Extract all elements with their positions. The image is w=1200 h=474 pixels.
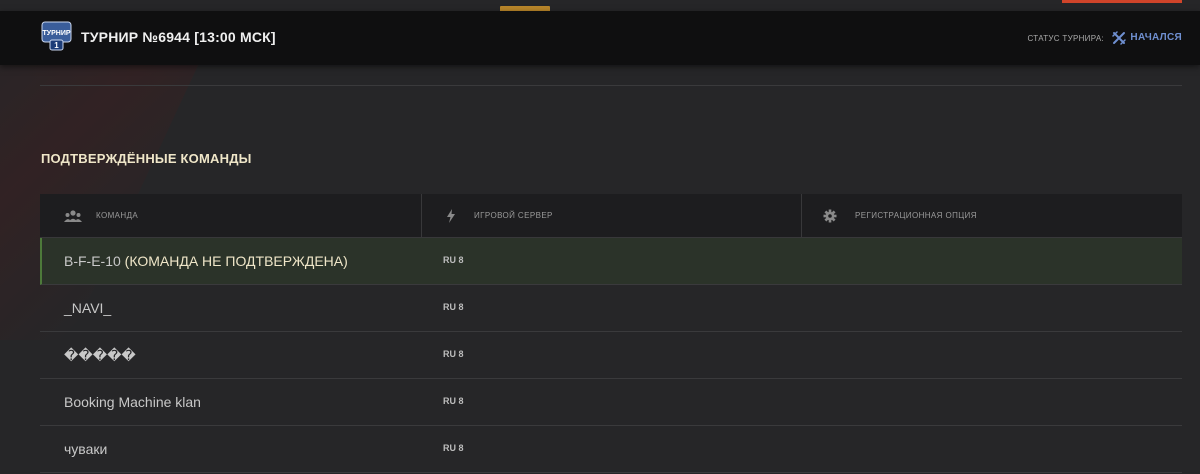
column-separator: [801, 194, 802, 237]
server-name: RU 8: [443, 396, 464, 406]
column-team-label: КОМАНДА: [96, 211, 139, 220]
server-name: RU 8: [443, 349, 464, 359]
table-row[interactable]: Booking Machine klan RU 8: [40, 379, 1182, 426]
team-name[interactable]: �����: [64, 347, 136, 364]
table-row[interactable]: ����� RU 8: [40, 332, 1182, 379]
table-row[interactable]: _NAVI_ RU 8: [40, 285, 1182, 332]
tournament-logo-icon: ТУРНИР 1: [41, 21, 72, 51]
server-name: RU 8: [443, 255, 464, 265]
status-label: СТАТУС ТУРНИРА:: [1027, 34, 1104, 43]
team-name[interactable]: _NAVI_: [64, 300, 111, 316]
team-status-note: (КОМАНДА НЕ ПОДТВЕРЖДЕНА): [120, 253, 348, 269]
column-server[interactable]: ИГРОВОЙ СЕРВЕР: [442, 194, 553, 237]
server-name: RU 8: [443, 302, 464, 312]
svg-text:1: 1: [54, 41, 59, 50]
column-option[interactable]: РЕГИСТРАЦИОННАЯ ОПЦИЯ: [823, 194, 977, 237]
status-value: НАЧАЛСЯ: [1130, 32, 1182, 43]
section-title: ПОДТВЕРЖДЁННЫЕ КОМАНДЫ: [41, 151, 252, 166]
team-name[interactable]: B-F-E-10 (КОМАНДА НЕ ПОДТВЕРЖДЕНА): [64, 253, 348, 269]
column-separator: [421, 194, 422, 237]
column-team[interactable]: КОМАНДА: [64, 194, 138, 237]
server-name: RU 8: [443, 443, 464, 453]
team-icon: [64, 209, 82, 222]
column-server-label: ИГРОВОЙ СЕРВЕР: [474, 211, 553, 220]
table-row[interactable]: чуваки RU 8: [40, 426, 1182, 473]
teams-table: КОМАНДА ИГРОВОЙ СЕРВЕР РЕГИСТРАЦИОННАЯ О…: [40, 194, 1182, 473]
divider: [40, 85, 1182, 86]
crossed-swords-icon: [1112, 31, 1126, 45]
table-row[interactable]: B-F-E-10 (КОМАНДА НЕ ПОДТВЕРЖДЕНА) RU 8: [40, 238, 1182, 285]
gear-icon: [823, 209, 837, 222]
action-button-edge[interactable]: [1062, 0, 1182, 3]
svg-text:ТУРНИР: ТУРНИР: [42, 30, 70, 37]
column-option-label: РЕГИСТРАЦИОННАЯ ОПЦИЯ: [855, 211, 977, 220]
lightning-icon: [447, 208, 455, 223]
tournament-title: ТУРНИР №6944 [13:00 МСК]: [81, 29, 276, 45]
tournament-header-bar: ТУРНИР 1 ТУРНИР №6944 [13:00 МСК] СТАТУС…: [0, 11, 1200, 65]
team-name[interactable]: чуваки: [64, 441, 107, 457]
table-header: КОМАНДА ИГРОВОЙ СЕРВЕР РЕГИСТРАЦИОННАЯ О…: [40, 194, 1182, 238]
team-name[interactable]: Booking Machine klan: [64, 394, 201, 410]
